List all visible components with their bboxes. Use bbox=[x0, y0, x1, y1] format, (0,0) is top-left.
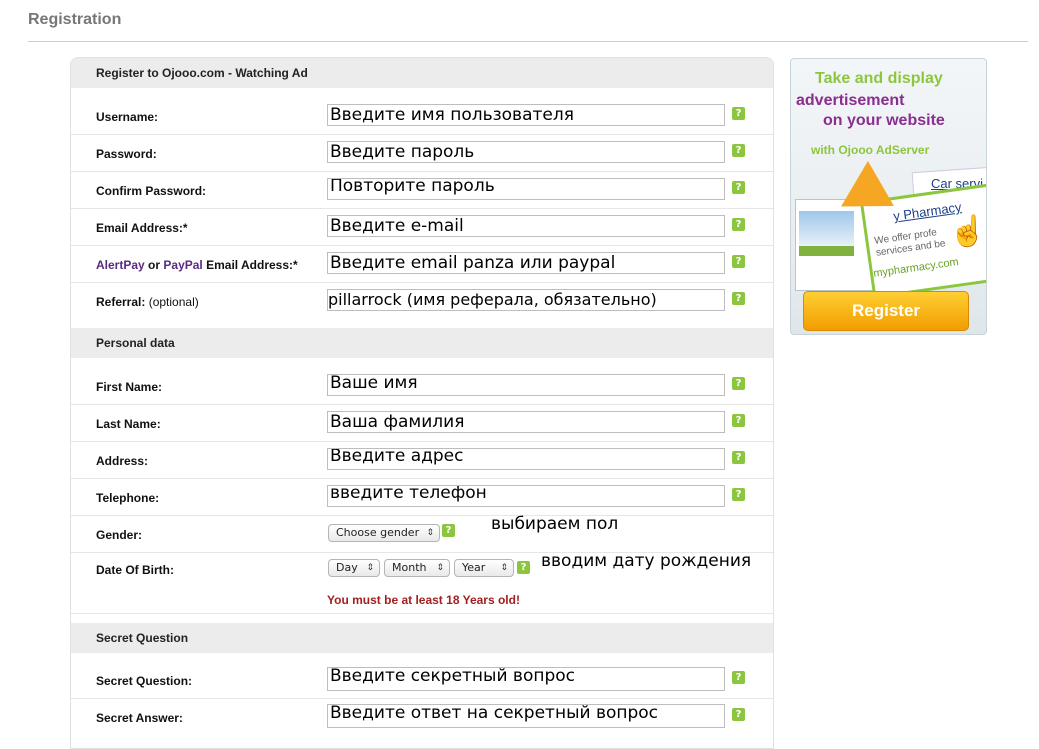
ad-grass-illustration bbox=[799, 246, 854, 256]
page-title: Registration bbox=[28, 11, 122, 28]
last-name-help-icon[interactable]: ? bbox=[732, 414, 745, 427]
pay-email-rest-label: Email Address:* bbox=[206, 258, 298, 272]
dob-day-value: Day bbox=[336, 561, 358, 574]
referral-input[interactable]: pillarrock (имя реферала, обязательно) bbox=[327, 289, 725, 311]
referral-optional-text: (optional) bbox=[148, 295, 199, 309]
pay-email-input[interactable]: Введите email panza или paypal bbox=[327, 252, 725, 274]
first-name-label: First Name: bbox=[96, 380, 163, 394]
dob-month-value: Month bbox=[392, 561, 427, 574]
password-help-icon[interactable]: ? bbox=[732, 144, 745, 157]
email-input[interactable]: Введите e-mail bbox=[327, 215, 725, 237]
adserver-banner[interactable]: Take and display advertisement on your w… bbox=[790, 58, 987, 335]
dob-day-select[interactable]: Day ⇕ bbox=[328, 559, 380, 577]
last-name-label: Last Name: bbox=[96, 417, 161, 431]
or-label: or bbox=[148, 258, 161, 272]
gender-help-icon[interactable]: ? bbox=[442, 524, 455, 537]
confirm-password-help-icon[interactable]: ? bbox=[732, 181, 745, 194]
dob-year-select[interactable]: Year ⇕ bbox=[454, 559, 514, 577]
secret-answer-label: Secret Answer: bbox=[96, 711, 183, 725]
username-label: Username: bbox=[96, 110, 159, 124]
ad-line-1: Take and display bbox=[815, 70, 943, 87]
password-input[interactable]: Введите пароль bbox=[327, 141, 725, 163]
form-header-title: Register to Ojooo.com - Watching Ad bbox=[96, 66, 308, 80]
select-arrows-icon: ⇕ bbox=[436, 563, 444, 573]
address-input[interactable]: Введите адрес bbox=[327, 448, 725, 470]
personal-data-header: Personal data bbox=[71, 328, 773, 358]
ad-register-button[interactable]: Register bbox=[803, 291, 969, 331]
telephone-input[interactable]: введите телефон bbox=[327, 485, 725, 507]
select-arrows-icon: ⇕ bbox=[500, 563, 508, 573]
personal-data-title: Personal data bbox=[96, 336, 175, 350]
ad-line-2: advertisement bbox=[796, 92, 905, 109]
username-input[interactable]: Введите имя пользователя bbox=[327, 104, 725, 126]
dob-month-select[interactable]: Month ⇕ bbox=[384, 559, 450, 577]
confirm-password-input[interactable]: Повторите пароль bbox=[327, 178, 725, 200]
first-name-input[interactable]: Ваше имя bbox=[327, 374, 725, 396]
select-arrows-icon: ⇕ bbox=[426, 528, 434, 538]
pay-email-label: AlertPay or PayPal Email Address:* bbox=[96, 258, 298, 272]
referral-label-text: Referral: bbox=[96, 295, 146, 309]
referral-label: Referral: (optional) bbox=[96, 295, 199, 309]
dob-note: вводим дату рождения bbox=[541, 551, 752, 571]
first-name-help-icon[interactable]: ? bbox=[732, 377, 745, 390]
secret-question-help-icon[interactable]: ? bbox=[732, 671, 745, 684]
form-header: Register to Ojooo.com - Watching Ad bbox=[71, 58, 773, 88]
gender-select-value: Choose gender bbox=[336, 526, 420, 539]
gender-note: выбираем пол bbox=[491, 514, 619, 534]
secret-question-title: Secret Question bbox=[96, 631, 189, 645]
dob-year-value: Year bbox=[462, 561, 486, 574]
address-label: Address: bbox=[96, 454, 149, 468]
secret-question-input[interactable]: Введите секретный вопрос bbox=[327, 667, 725, 691]
secret-answer-input[interactable]: Введите ответ на секретный вопрос bbox=[327, 704, 725, 728]
registration-panel: Register to Ojooo.com - Watching Ad User… bbox=[70, 57, 774, 749]
title-divider bbox=[28, 41, 1028, 42]
ad-line-4: with Ojooo AdServer bbox=[811, 143, 930, 157]
telephone-label: Telephone: bbox=[96, 491, 160, 505]
alertpay-label: AlertPay bbox=[96, 258, 145, 272]
secret-answer-help-icon[interactable]: ? bbox=[732, 708, 745, 721]
password-label: Password: bbox=[96, 147, 157, 161]
address-help-icon[interactable]: ? bbox=[732, 451, 745, 464]
pay-email-help-icon[interactable]: ? bbox=[732, 255, 745, 268]
email-help-icon[interactable]: ? bbox=[732, 218, 745, 231]
telephone-help-icon[interactable]: ? bbox=[732, 488, 745, 501]
last-name-input[interactable]: Ваша фамилия bbox=[327, 411, 725, 433]
pointer-hand-icon: ☝ bbox=[949, 215, 987, 248]
gender-select[interactable]: Choose gender ⇕ bbox=[328, 524, 440, 542]
gender-label: Gender: bbox=[96, 528, 143, 542]
select-arrows-icon: ⇕ bbox=[366, 563, 374, 573]
dob-label: Date Of Birth: bbox=[96, 563, 174, 577]
secret-question-header: Secret Question bbox=[71, 623, 773, 653]
email-label: Email Address:* bbox=[96, 221, 188, 235]
dob-help-icon[interactable]: ? bbox=[517, 561, 530, 574]
ad-line-3: on your website bbox=[823, 112, 945, 129]
confirm-password-label: Confirm Password: bbox=[96, 184, 207, 198]
age-error-message: You must be at least 18 Years old! bbox=[327, 593, 520, 607]
secret-question-label: Secret Question: bbox=[96, 674, 193, 688]
referral-help-icon[interactable]: ? bbox=[732, 292, 745, 305]
username-help-icon[interactable]: ? bbox=[732, 107, 745, 120]
paypal-label: PayPal bbox=[163, 258, 203, 272]
